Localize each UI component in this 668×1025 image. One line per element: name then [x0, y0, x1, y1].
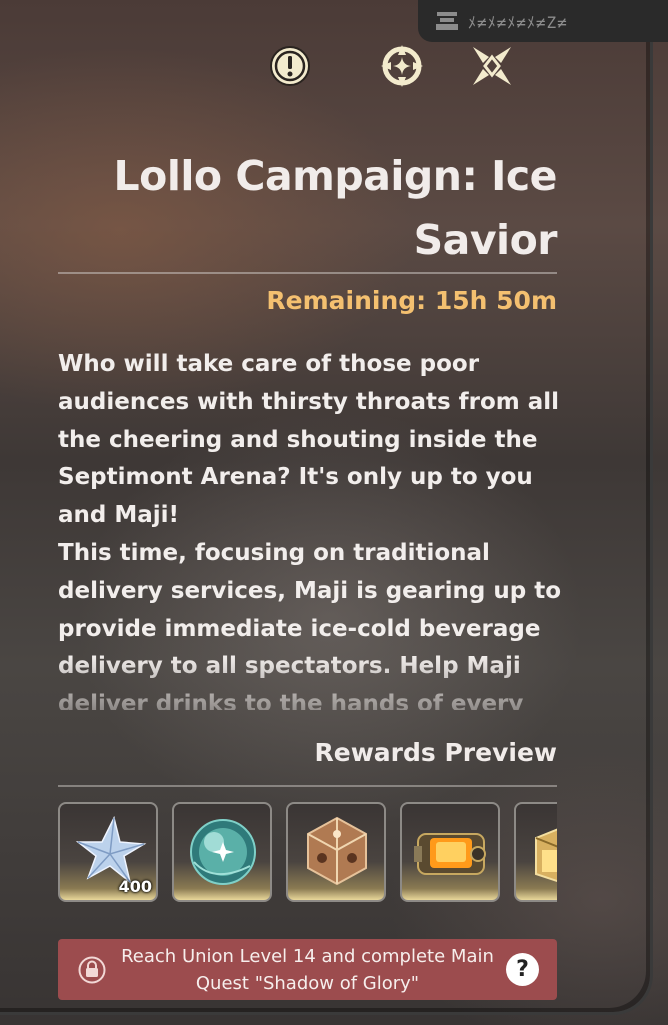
description-paragraph: Who will take care of those poor audienc…: [58, 351, 560, 529]
orb-icon: [190, 819, 256, 885]
top-tab: ﾒ≠ﾒ≠ﾒ≠ﾒ≠Z≠: [418, 0, 668, 42]
crystal-cube-icon: [307, 816, 367, 886]
alert-icon: [270, 46, 310, 86]
lock-icon: [78, 956, 106, 984]
description-paragraph: This time, focusing on traditional deliv…: [58, 539, 562, 710]
remaining-time: Remaining: 15h 50m: [266, 286, 557, 315]
reward-item[interactable]: [400, 802, 500, 902]
target-button[interactable]: [376, 40, 428, 92]
target-reticle-icon: [381, 45, 423, 87]
rewards-divider: [58, 785, 557, 787]
compass-cross-icon: [473, 47, 511, 85]
title-divider: [58, 272, 557, 274]
tab-code: ﾒ≠ﾒ≠ﾒ≠ﾒ≠Z≠: [468, 13, 568, 32]
event-title: Lollo Campaign: Ice Savior: [113, 152, 558, 264]
reward-quantity: 400: [118, 877, 152, 896]
reward-item[interactable]: 400: [58, 802, 158, 902]
emblem-icon: [436, 12, 458, 30]
reward-item[interactable]: [172, 802, 272, 902]
event-description[interactable]: Who will take care of those poor audienc…: [58, 346, 563, 710]
help-button[interactable]: ?: [506, 953, 539, 986]
reward-item[interactable]: [514, 802, 557, 902]
gold-box-icon: [535, 828, 557, 883]
unlock-requirement-text: Reach Union Level 14 and complete Main Q…: [121, 946, 494, 994]
unlock-requirement-bar: Reach Union Level 14 and complete Main Q…: [58, 939, 557, 1000]
reward-item[interactable]: [286, 802, 386, 902]
alert-button[interactable]: [264, 40, 316, 92]
compass-button[interactable]: [466, 40, 518, 92]
golden-chest-icon: [414, 833, 486, 875]
rewards-heading: Rewards Preview: [314, 738, 557, 767]
rewards-list[interactable]: 400: [58, 802, 557, 906]
event-panel: ﾒ≠ﾒ≠ﾒ≠ﾒ≠Z≠ Lollo Campaign: Ice Savior Re…: [0, 0, 668, 1025]
